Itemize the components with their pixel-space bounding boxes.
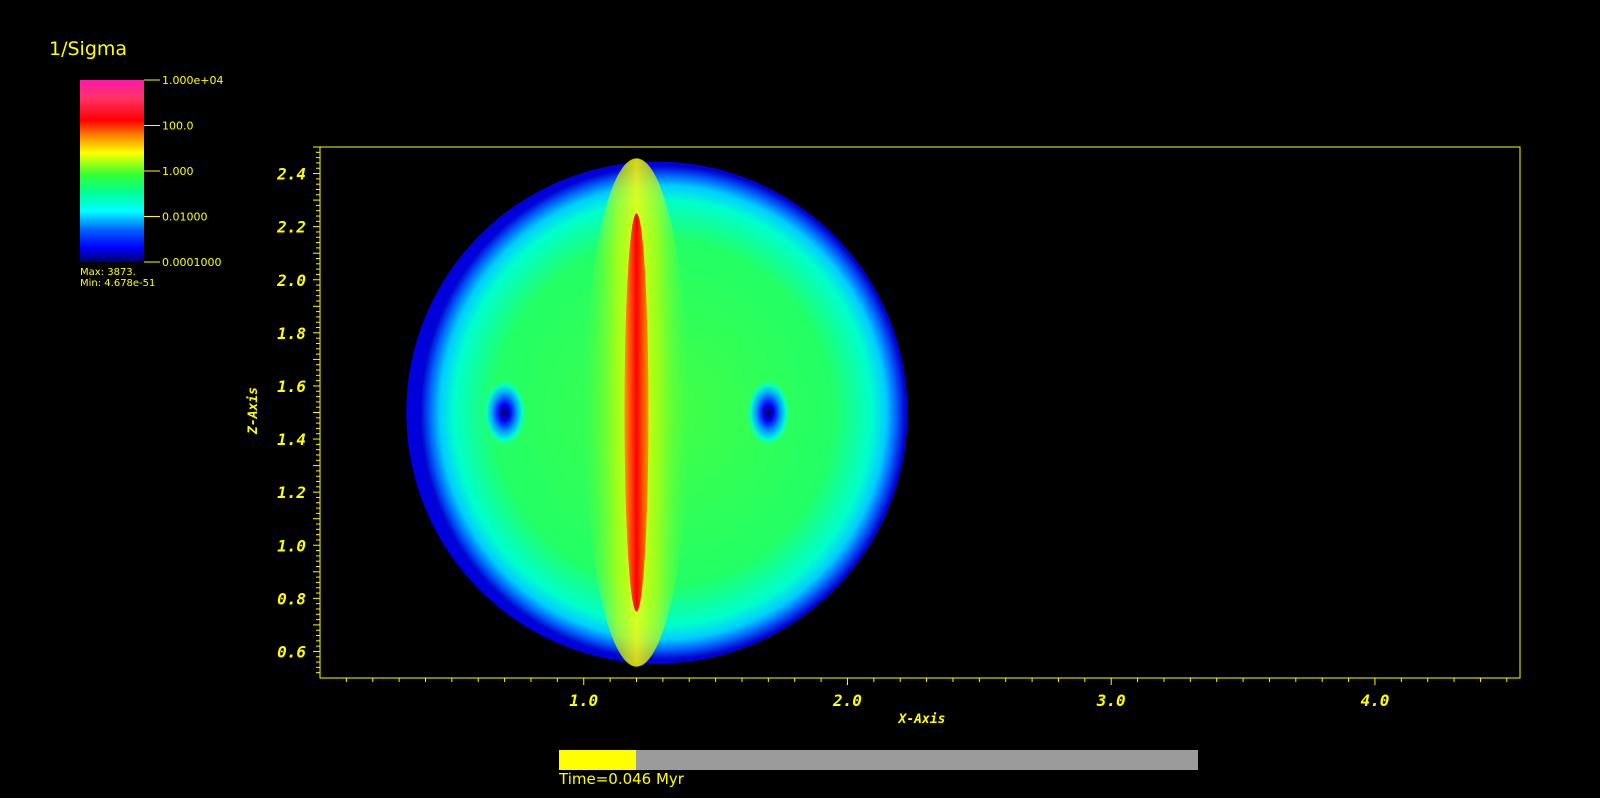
y-tick-label: 2.2 (276, 218, 306, 237)
jet-core (624, 213, 649, 612)
x-tick-label: 1.0 (569, 691, 598, 710)
void-2 (746, 378, 791, 447)
time-slider-track[interactable] (559, 750, 1198, 770)
y-tick-label: 0.6 (277, 642, 306, 661)
y-tick-label: 2.4 (276, 165, 306, 184)
void-1 (482, 378, 527, 447)
colorbar-tick-label: 1.000 (162, 165, 194, 178)
y-tick-label: 0.8 (277, 589, 306, 608)
x-axis-ticks: 1.0 2.0 3.0 4.0 (345, 678, 1508, 710)
colorbar-ticks: 1.000e+04 100.0 1.000 0.01000 0.0001000 (144, 74, 223, 269)
x-tick-label: 4.0 (1360, 691, 1389, 710)
y-tick-label: 1.4 (277, 430, 306, 449)
visualization-canvas: 1.000e+04 100.0 1.000 0.01000 0.0001000 1.0 2… (80, 74, 1521, 727)
heatmap-field (406, 158, 908, 667)
colorbar-tick-label: 100.0 (162, 120, 194, 133)
x-tick-label: 2.0 (832, 691, 862, 710)
x-tick-label: 3.0 (1096, 691, 1126, 710)
time-label: Time=0.046 Myr (559, 770, 684, 788)
y-tick-label: 2.0 (276, 271, 306, 290)
colorbar-tick-label: 1.000e+04 (162, 74, 223, 87)
y-axis-ticks: 0.6 0.8 1.0 1.2 1.4 1.6 1.8 2.0 2.2 2.4 (276, 146, 320, 674)
legend-title: 1/Sigma (49, 38, 128, 60)
y-tick-label: 1.2 (277, 483, 306, 502)
y-axis-label: Z-Axis (246, 387, 261, 435)
legend-minmax: Max: 3873. Min: 4.678e-51 (80, 267, 155, 289)
y-tick-label: 1.8 (277, 324, 306, 343)
y-tick-label: 1.0 (277, 536, 306, 555)
colorbar-tick-label: 0.01000 (162, 211, 208, 224)
x-axis-label: X-Axis (898, 712, 946, 727)
colorbar-tick-label: 0.0001000 (162, 256, 222, 269)
y-tick-label: 1.6 (277, 377, 306, 396)
legend-min-label: Min: 4.678e-51 (80, 278, 156, 289)
legend-max-label: Max: 3873. (80, 267, 136, 278)
time-slider-fill (559, 750, 636, 770)
colorbar (80, 80, 144, 262)
